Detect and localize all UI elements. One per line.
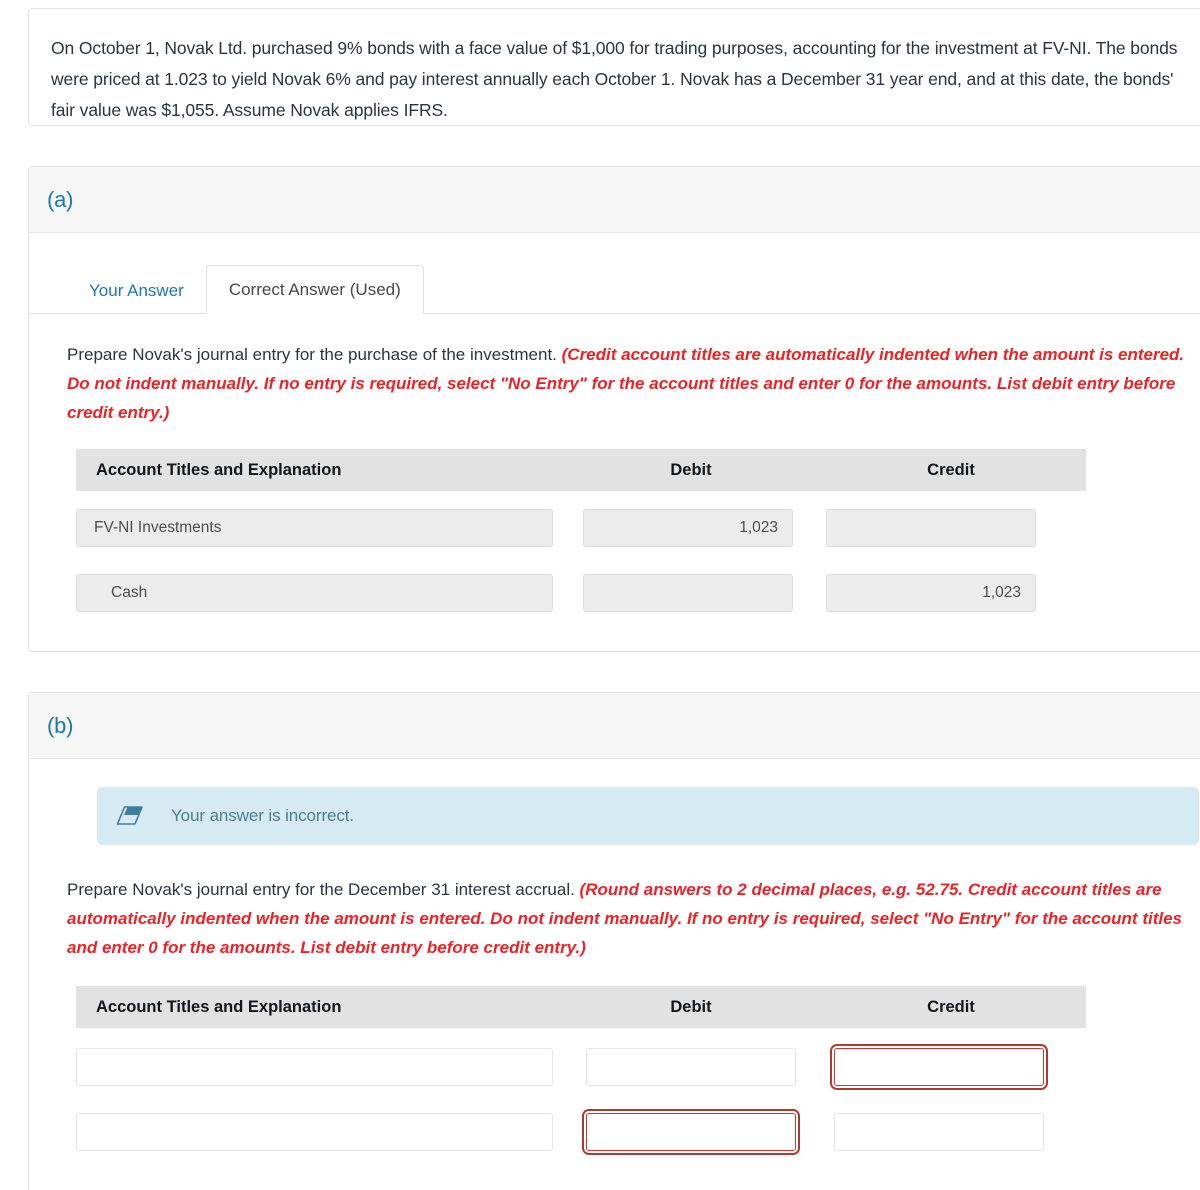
eraser-icon: [115, 805, 145, 827]
table-row: FV-NI Investments 1,023: [76, 509, 1086, 547]
account-title-field[interactable]: [76, 1113, 553, 1151]
tab-correct-answer[interactable]: Correct Answer (Used): [205, 265, 424, 314]
table-header-row: Account Titles and Explanation Debit Cre…: [76, 449, 1086, 491]
part-b-card: (b) Your answer is incorrect. Prepare No…: [28, 692, 1200, 1190]
column-header-account: Account Titles and Explanation: [96, 997, 342, 1016]
part-a-instruction: Prepare Novak's journal entry for the pu…: [29, 314, 1200, 427]
table-header-row: Account Titles and Explanation Debit Cre…: [76, 986, 1086, 1028]
part-a-journal-table: Account Titles and Explanation Debit Cre…: [76, 449, 1086, 612]
table-row: [76, 1109, 1086, 1155]
debit-amount-field[interactable]: 1,023: [583, 509, 793, 547]
part-a-header: (a): [29, 167, 1200, 233]
credit-amount-field[interactable]: 1,023: [826, 574, 1036, 612]
debit-amount-field[interactable]: [583, 574, 793, 612]
account-title-field[interactable]: FV-NI Investments: [76, 509, 553, 547]
credit-amount-field[interactable]: [830, 1044, 1048, 1090]
problem-statement-card: On October 1, Novak Ltd. purchased 9% bo…: [28, 8, 1200, 126]
part-a-instruction-plain: Prepare Novak's journal entry for the pu…: [67, 345, 562, 364]
incorrect-answer-alert: Your answer is incorrect.: [97, 787, 1199, 845]
account-title-field[interactable]: Cash: [76, 574, 553, 612]
table-row: [76, 1044, 1086, 1090]
column-header-credit: Credit: [927, 997, 975, 1016]
part-b-label: (b): [47, 712, 74, 738]
column-header-credit: Credit: [927, 460, 975, 479]
part-a-label: (a): [47, 186, 74, 212]
tab-your-answer[interactable]: Your Answer: [67, 267, 206, 314]
alert-message: Your answer is incorrect.: [171, 806, 355, 825]
credit-amount-field[interactable]: [834, 1113, 1044, 1151]
table-row: Cash 1,023: [76, 574, 1086, 612]
part-b-instruction-plain: Prepare Novak's journal entry for the De…: [67, 880, 580, 899]
debit-amount-field[interactable]: [586, 1048, 796, 1086]
credit-amount-field[interactable]: [826, 509, 1036, 547]
debit-amount-field[interactable]: [582, 1109, 800, 1155]
part-a-card: (a) Your Answer Correct Answer (Used) Pr…: [28, 166, 1200, 652]
column-header-debit: Debit: [670, 460, 712, 479]
part-a-tabs: Your Answer Correct Answer (Used): [29, 257, 1200, 314]
column-header-account: Account Titles and Explanation: [96, 460, 342, 479]
part-b-instruction: Prepare Novak's journal entry for the De…: [29, 845, 1200, 962]
part-b-header: (b): [29, 693, 1200, 759]
account-title-field[interactable]: [76, 1048, 553, 1086]
problem-statement-text: On October 1, Novak Ltd. purchased 9% bo…: [51, 38, 1178, 120]
assignment-page: On October 1, Novak Ltd. purchased 9% bo…: [0, 0, 1200, 1190]
column-header-debit: Debit: [670, 997, 712, 1016]
part-b-journal-table: Account Titles and Explanation Debit Cre…: [76, 986, 1086, 1155]
